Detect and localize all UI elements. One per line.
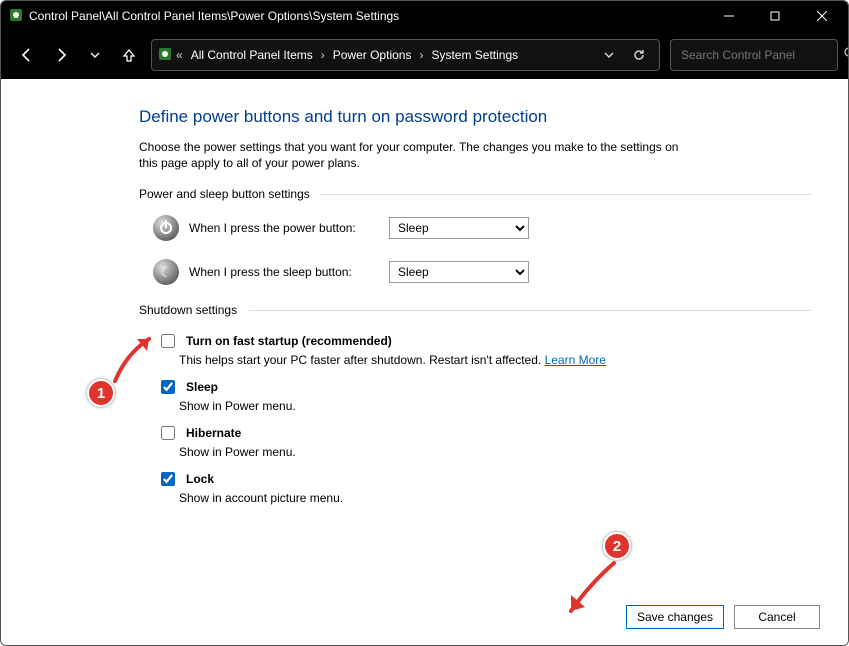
fast-startup-checkbox[interactable] (161, 334, 175, 348)
lock-checkbox[interactable] (161, 472, 175, 486)
section-title-shutdown: Shutdown settings (139, 303, 821, 317)
address-dropdown[interactable] (595, 41, 623, 69)
power-icon (153, 215, 179, 241)
minimize-button[interactable] (706, 1, 752, 31)
refresh-button[interactable] (625, 41, 653, 69)
up-button[interactable] (113, 39, 145, 71)
hibernate-desc: Show in Power menu. (179, 445, 821, 459)
hibernate-title: Hibernate (186, 426, 241, 440)
sleep-button-row: ☾ When I press the sleep button: Sleep (153, 259, 821, 285)
maximize-button[interactable] (752, 1, 798, 31)
power-button-select[interactable]: Sleep (389, 217, 529, 239)
search-input[interactable] (679, 47, 838, 63)
window-title: Control Panel\All Control Panel Items\Po… (29, 9, 399, 23)
search-box[interactable] (670, 39, 838, 71)
power-button-label: When I press the power button: (189, 221, 379, 235)
annotation-arrow-2 (559, 555, 629, 625)
setting-fast-startup: Turn on fast startup (recommended) This … (157, 331, 821, 367)
chevron-right-icon: › (417, 48, 425, 62)
annotation-badge-2: 2 (603, 532, 631, 560)
setting-sleep: Sleep Show in Power menu. (157, 377, 821, 413)
section-title-power-sleep: Power and sleep button settings (139, 187, 821, 201)
breadcrumb-item[interactable]: System Settings (427, 46, 522, 64)
control-panel-icon (9, 8, 23, 25)
fast-startup-title: Turn on fast startup (recommended) (186, 334, 392, 348)
setting-hibernate: Hibernate Show in Power menu. (157, 423, 821, 459)
recent-dropdown[interactable] (79, 39, 111, 71)
sleep-title: Sleep (186, 380, 218, 394)
navbar: « All Control Panel Items › Power Option… (1, 31, 848, 79)
cancel-button[interactable]: Cancel (734, 605, 820, 629)
sleep-button-select[interactable]: Sleep (389, 261, 529, 283)
sleep-icon: ☾ (153, 259, 179, 285)
lock-title: Lock (186, 472, 214, 486)
close-button[interactable] (798, 1, 846, 31)
address-bar[interactable]: « All Control Panel Items › Power Option… (151, 39, 660, 71)
breadcrumb-item[interactable]: All Control Panel Items (187, 46, 317, 64)
sleep-desc: Show in Power menu. (179, 399, 821, 413)
titlebar: Control Panel\All Control Panel Items\Po… (1, 1, 848, 31)
annotation-badge-1: 1 (87, 379, 115, 407)
hibernate-checkbox[interactable] (161, 426, 175, 440)
search-icon (844, 47, 849, 63)
chevron-right-icon: › (319, 48, 327, 62)
panel-icon (158, 47, 172, 64)
back-button[interactable] (11, 39, 43, 71)
page-title: Define power buttons and turn on passwor… (139, 107, 821, 127)
breadcrumb-item[interactable]: Power Options (329, 46, 416, 64)
save-changes-button[interactable]: Save changes (626, 605, 724, 629)
power-button-row: When I press the power button: Sleep (153, 215, 821, 241)
content-area: Define power buttons and turn on passwor… (1, 79, 848, 645)
page-description: Choose the power settings that you want … (139, 139, 699, 171)
learn-more-link[interactable]: Learn More (545, 353, 606, 367)
breadcrumb-prefix-icon: « (174, 48, 185, 62)
setting-lock: Lock Show in account picture menu. (157, 469, 821, 505)
forward-button[interactable] (45, 39, 77, 71)
lock-desc: Show in account picture menu. (179, 491, 821, 505)
sleep-checkbox[interactable] (161, 380, 175, 394)
sleep-button-label: When I press the sleep button: (189, 265, 379, 279)
action-buttons: Save changes Cancel (626, 605, 820, 629)
fast-startup-desc: This helps start your PC faster after sh… (179, 353, 821, 367)
window-frame: Control Panel\All Control Panel Items\Po… (0, 0, 849, 646)
